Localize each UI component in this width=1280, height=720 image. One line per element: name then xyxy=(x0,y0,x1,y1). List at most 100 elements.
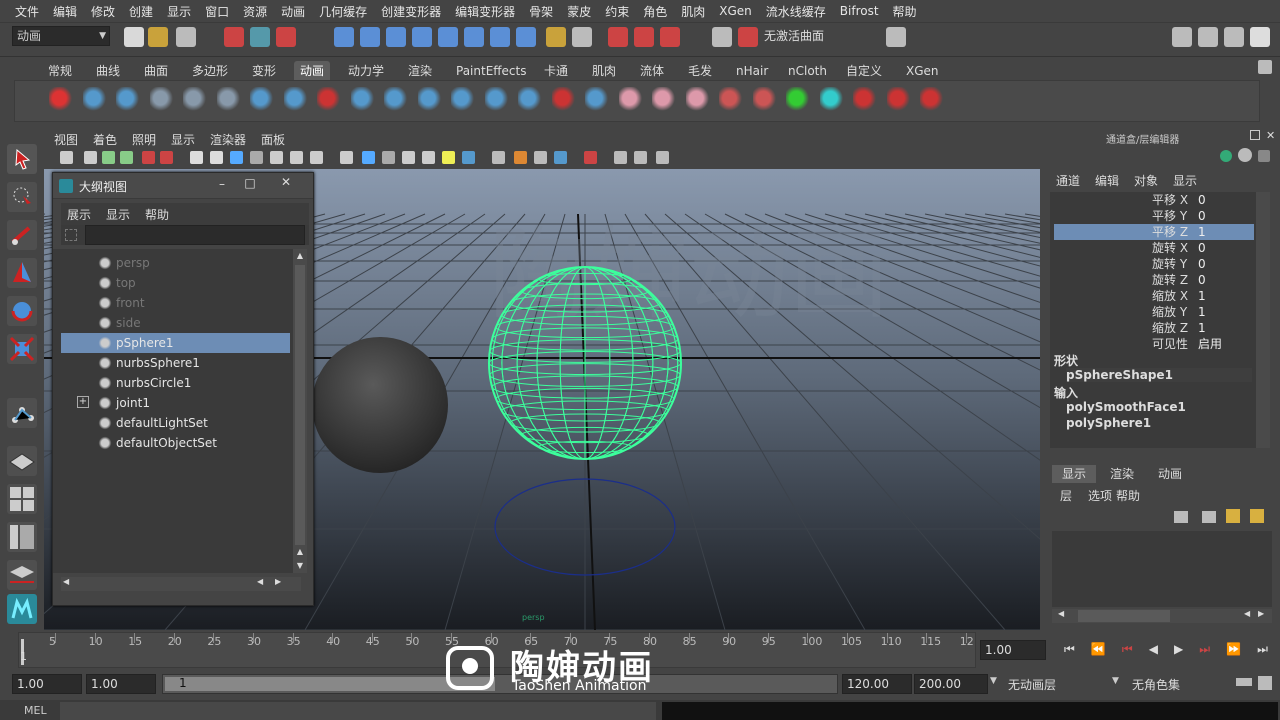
menu-item[interactable]: 帮助 xyxy=(886,3,924,20)
current-time-field[interactable]: 1.00 xyxy=(980,640,1046,660)
channel-attribute[interactable]: 旋转 Y 0 xyxy=(1054,256,1254,272)
viewport-tool-icon[interactable] xyxy=(142,151,155,164)
snap-edge-icon[interactable] xyxy=(490,27,510,47)
scroll-left-icon[interactable]: ◀ xyxy=(1058,609,1064,618)
snap-vertex-icon[interactable] xyxy=(464,27,484,47)
viewport-tool-icon[interactable] xyxy=(310,151,323,164)
step-forward-icon[interactable]: ⏩ xyxy=(1226,642,1241,662)
channel-attribute[interactable]: 旋转 X 0 xyxy=(1054,240,1254,256)
attribute-value[interactable]: 1 xyxy=(1198,304,1206,320)
hypershade-icon[interactable] xyxy=(712,27,732,47)
viewport-tool-icon[interactable] xyxy=(554,151,567,164)
menu-item[interactable]: 肌肉 xyxy=(674,3,712,20)
channel-box-toggle-icon[interactable] xyxy=(1198,27,1218,47)
channel-scrollbar[interactable] xyxy=(1256,192,1270,448)
skeleton-group-icon[interactable] xyxy=(183,87,209,115)
joint-connect-icon[interactable] xyxy=(551,87,578,115)
paint-brush-icon[interactable] xyxy=(719,87,745,115)
channel-menu-item[interactable]: 编辑 xyxy=(1095,172,1119,189)
scroll-right-icon[interactable]: ▶ xyxy=(1258,609,1264,618)
shelf-tab[interactable]: 变形 xyxy=(246,61,282,81)
attribute-value[interactable]: 1 xyxy=(1198,288,1206,304)
snap-live-icon[interactable] xyxy=(438,27,458,47)
character-set-dropdown[interactable]: 无角色集 xyxy=(1132,676,1180,693)
viewport-tool-icon[interactable] xyxy=(634,151,647,164)
viewport-tool-icon[interactable] xyxy=(250,151,263,164)
set-key-icon[interactable] xyxy=(49,87,75,115)
menu-item[interactable]: 文件 xyxy=(8,3,46,20)
save-scene-icon[interactable] xyxy=(176,27,196,47)
outliner-titlebar[interactable]: 大纲视图 – □ ✕ xyxy=(53,173,313,199)
channel-attribute[interactable]: 缩放 Y 1 xyxy=(1054,304,1254,320)
channel-attribute[interactable]: 平移 X 0 xyxy=(1054,192,1254,208)
scroll-right-icon[interactable]: ▶ xyxy=(275,577,281,586)
viewport-tool-icon[interactable] xyxy=(656,151,669,164)
cluster-icon[interactable] xyxy=(752,87,779,115)
trash-icon[interactable] xyxy=(1258,60,1272,74)
outliner-item[interactable]: side xyxy=(61,313,290,333)
outliner-item[interactable]: defaultLightSet xyxy=(61,413,290,433)
snap-grid-icon[interactable] xyxy=(334,27,354,47)
constraint-scale-icon[interactable] xyxy=(920,87,946,115)
nurbs-sphere[interactable] xyxy=(312,337,448,473)
outliner-toggle-icon[interactable] xyxy=(1224,27,1244,47)
layer-editor-toggle-icon[interactable] xyxy=(1250,27,1270,47)
menu-item[interactable]: 约束 xyxy=(598,3,636,20)
outliner-item[interactable]: nurbsCircle1 xyxy=(61,373,290,393)
time-ruler[interactable]: 5 10 15 20 25 30 35 40 45 50 55 60 65 70 75 80 85 90 95 100… xyxy=(18,632,976,668)
channel-help-icon[interactable] xyxy=(1238,148,1252,162)
select-object-icon[interactable] xyxy=(250,27,270,47)
anim-layer-dropdown[interactable]: 无动画层 xyxy=(1008,676,1056,693)
start-time-field[interactable]: 1.00 xyxy=(12,674,82,694)
layer-menu-item[interactable]: 选项 xyxy=(1088,487,1112,504)
scroll-left-icon[interactable]: ◀ xyxy=(1244,609,1250,618)
channel-menu-item[interactable]: 通道 xyxy=(1056,172,1080,189)
paint-weights-icon[interactable] xyxy=(685,87,712,115)
shelf-tab[interactable]: PaintEffects xyxy=(450,61,532,81)
menu-item[interactable]: 流水线缓存 xyxy=(759,3,833,20)
end-time-field[interactable]: 200.00 xyxy=(914,674,988,694)
outliner-item[interactable]: top xyxy=(61,273,290,293)
menu-item[interactable]: 动画 xyxy=(274,3,312,20)
shelf-tab[interactable]: 动力学 xyxy=(342,61,390,81)
outliner-search-input[interactable] xyxy=(85,225,305,245)
attribute-editor-icon[interactable] xyxy=(886,27,906,47)
shelf-tab[interactable]: 动画 xyxy=(294,61,331,81)
graph-layout-icon[interactable] xyxy=(7,560,37,590)
shelf-tab[interactable]: 卡通 xyxy=(538,61,574,81)
command-input[interactable] xyxy=(60,702,656,720)
human-ik-icon[interactable] xyxy=(216,87,243,115)
shelf-tab[interactable]: nCloth xyxy=(782,61,833,81)
select-component-icon[interactable] xyxy=(276,27,296,47)
menu-item[interactable]: 显示 xyxy=(160,3,198,20)
render-settings-icon[interactable] xyxy=(660,27,680,47)
close-icon[interactable]: ✕ xyxy=(275,175,297,191)
scrollbar-thumb[interactable] xyxy=(295,265,305,545)
viewport-menu-item[interactable]: 视图 xyxy=(54,131,78,148)
viewport-tool-icon[interactable] xyxy=(84,151,97,164)
scrollbar-thumb[interactable] xyxy=(1078,610,1170,622)
skin-bind-icon[interactable] xyxy=(384,87,410,115)
snap-view-plane-icon[interactable] xyxy=(412,27,432,47)
channel-menu-item[interactable]: 显示 xyxy=(1173,172,1197,189)
new-scene-icon[interactable] xyxy=(124,27,144,47)
shelf-tab[interactable]: XGen xyxy=(900,61,945,81)
shelf-tab[interactable]: 曲线 xyxy=(90,61,126,81)
outliner-layout-icon[interactable] xyxy=(7,522,37,552)
shelf-tab[interactable]: 常规 xyxy=(42,61,78,81)
select-hierarchy-icon[interactable] xyxy=(224,27,244,47)
face-icon[interactable] xyxy=(618,87,645,115)
shelf-tab[interactable]: 曲面 xyxy=(138,61,174,81)
filter-icon[interactable] xyxy=(65,229,77,241)
attribute-value[interactable]: 0 xyxy=(1198,192,1206,208)
menu-item[interactable]: 窗口 xyxy=(198,3,236,20)
locator-icon[interactable] xyxy=(786,87,812,115)
scroll-left-icon[interactable]: ◀ xyxy=(63,577,69,586)
viewport-tool-icon[interactable] xyxy=(340,151,353,164)
viewport-tool-icon[interactable] xyxy=(160,151,173,164)
viewport-tool-icon[interactable] xyxy=(60,151,73,164)
layer-menu-item[interactable]: 帮助 xyxy=(1116,487,1140,504)
shelf-tab[interactable]: 渲染 xyxy=(402,61,438,81)
skin-weight-icon[interactable] xyxy=(417,87,444,115)
layer-move-down-icon[interactable] xyxy=(1250,509,1264,523)
